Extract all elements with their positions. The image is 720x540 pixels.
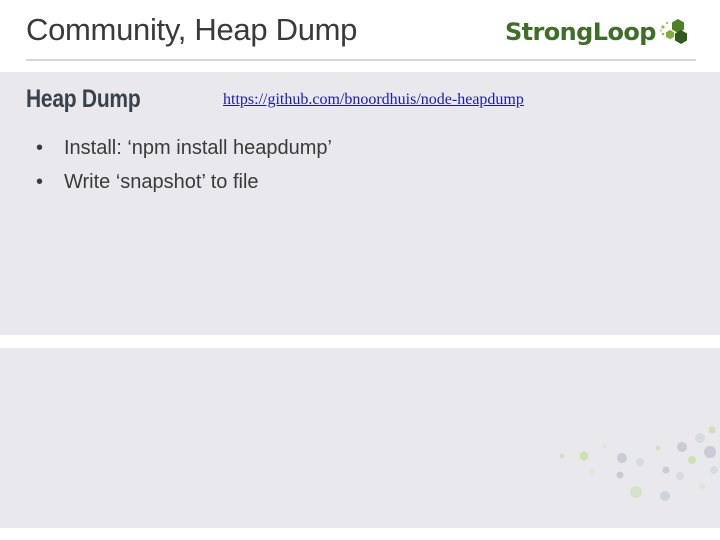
list-item: • Write ‘snapshot’ to file bbox=[36, 165, 332, 199]
bullet-marker: • bbox=[36, 137, 44, 159]
hexagon-dots-icon bbox=[559, 426, 718, 501]
bullet-marker: • bbox=[36, 171, 44, 193]
list-item: • Install: ‘npm install heapdump’ bbox=[36, 131, 332, 165]
strongloop-logo: StrongLoop bbox=[505, 15, 689, 49]
bullet-text: Write ‘snapshot’ to file bbox=[64, 171, 259, 193]
hexagon-cluster-icon bbox=[659, 19, 687, 44]
title-divider bbox=[26, 59, 696, 61]
heapdump-repo-link[interactable]: https://github.com/bnoordhuis/node-heapd… bbox=[223, 91, 524, 109]
bullet-text: Install: ‘npm install heapdump’ bbox=[64, 137, 332, 159]
bullet-list: • Install: ‘npm install heapdump’ • Writ… bbox=[36, 131, 332, 199]
slide-title: Community, Heap Dump bbox=[26, 12, 358, 47]
section-heading: Heap Dump bbox=[26, 85, 141, 113]
logo-text: StrongLoop bbox=[505, 18, 656, 46]
